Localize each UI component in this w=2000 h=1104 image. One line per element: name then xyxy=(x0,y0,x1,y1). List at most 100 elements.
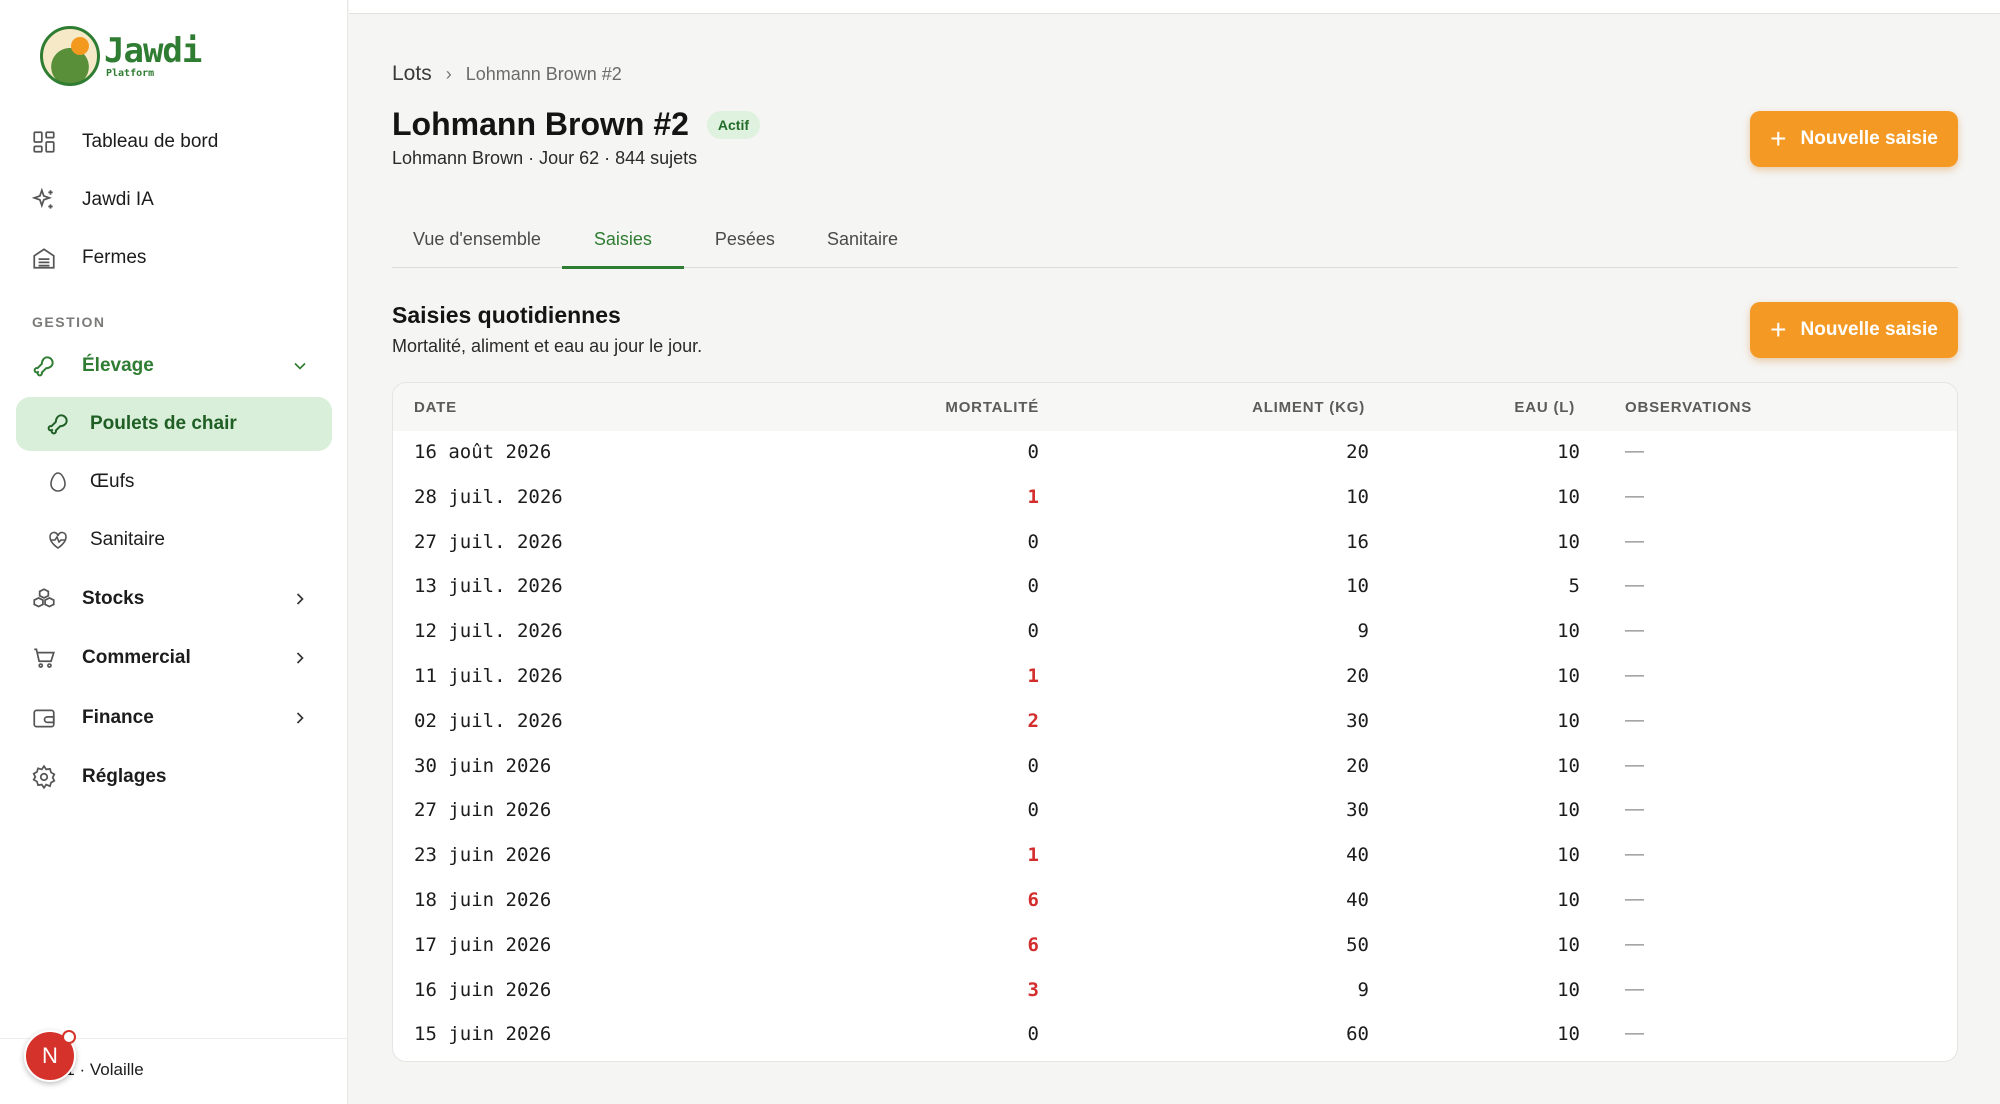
grid-icon xyxy=(30,128,58,156)
cell-mortality: 0 xyxy=(1027,441,1039,463)
cell-date: 17 juin 2026 xyxy=(414,933,552,956)
cell-date: 18 juin 2026 xyxy=(414,889,552,911)
cell-date: 13 juil. 2026 xyxy=(414,575,563,598)
tab-overview[interactable]: Vue d'ensemble xyxy=(392,210,562,268)
avatar-status-dot xyxy=(62,1030,76,1044)
nav-breeding-label: Élevage xyxy=(82,355,154,376)
cell-observations: — xyxy=(1625,441,1644,462)
table-row[interactable]: 30 juin 2026 0 20 10 — xyxy=(393,745,1957,790)
logo-subtitle: Platform xyxy=(106,67,155,79)
column-header-date[interactable]: DATE xyxy=(414,399,457,416)
cell-observations: — xyxy=(1625,889,1644,910)
table-row[interactable]: 23 juin 2026 1 40 10 — xyxy=(393,834,1957,879)
drumstick-icon xyxy=(44,410,72,438)
cell-mortality: 6 xyxy=(1027,889,1039,911)
boxes-icon xyxy=(30,585,58,613)
tab-health[interactable]: Sanitaire xyxy=(806,210,919,268)
nav-ai[interactable]: Jawdi IA xyxy=(16,173,332,227)
cell-mortality: 1 xyxy=(1027,844,1039,867)
chevron-right-icon xyxy=(296,712,304,724)
logo-name: Jawdi xyxy=(104,30,202,71)
entries-table: DATE MORTALITÉ ALIMENT (KG) EAU (L) OBSE… xyxy=(392,382,1958,1062)
status-badge: Actif xyxy=(706,110,761,139)
cell-water: 10 xyxy=(1557,844,1580,867)
chevron-right-icon xyxy=(296,652,304,664)
nav-health-label: Sanitaire xyxy=(90,529,165,550)
tab-entries[interactable]: Saisies xyxy=(561,210,684,269)
table-row[interactable]: 17 juin 2026 6 50 10 — xyxy=(393,924,1957,969)
cell-date: 27 juin 2026 xyxy=(414,799,552,822)
table-row[interactable]: 28 juil. 2026 1 10 10 — xyxy=(393,476,1957,521)
cell-water: 10 xyxy=(1557,933,1580,956)
breadcrumb-root[interactable]: Lots xyxy=(392,62,432,86)
nav-dashboard-label: Tableau de bord xyxy=(82,131,219,152)
wallet-icon xyxy=(30,704,58,732)
cell-date: 15 juin 2026 xyxy=(414,1023,552,1046)
nav-breeding[interactable]: Élevage xyxy=(16,339,332,393)
cell-observations: — xyxy=(1625,978,1644,1000)
cell-water: 10 xyxy=(1557,485,1580,508)
cell-observations: — xyxy=(1625,665,1644,686)
new-entry-button-header[interactable]: + Nouvelle saisie xyxy=(1750,111,1958,167)
cell-feed: 16 xyxy=(1346,530,1369,553)
building-icon xyxy=(30,244,58,272)
table-row[interactable]: 13 juil. 2026 0 10 5 — xyxy=(393,565,1957,610)
chevron-right-icon xyxy=(296,593,304,605)
table-row[interactable]: 12 juil. 2026 0 9 10 — xyxy=(393,610,1957,655)
cell-date: 02 juil. 2026 xyxy=(414,709,563,732)
nav-commercial[interactable]: Commercial xyxy=(16,631,332,685)
column-header-mortality[interactable]: MORTALITÉ xyxy=(945,399,1039,416)
section-label-gestion: GESTION xyxy=(32,314,106,330)
heart-pulse-icon xyxy=(44,526,72,554)
cell-observations: — xyxy=(1625,1023,1644,1045)
tab-weighings[interactable]: Pesées xyxy=(684,210,806,268)
table-row[interactable]: 02 juil. 2026 2 30 10 — xyxy=(393,700,1957,745)
table-row[interactable]: 16 août 2026 0 20 10 — xyxy=(393,431,1957,476)
nav-finance[interactable]: Finance xyxy=(16,691,332,745)
table-row[interactable]: 27 juil. 2026 0 16 10 — xyxy=(393,521,1957,566)
table-row[interactable]: 16 juin 2026 3 9 10 — xyxy=(393,969,1957,1014)
plus-icon: + xyxy=(1770,314,1787,345)
new-entry-label: Nouvelle saisie xyxy=(1800,128,1938,149)
cell-water: 5 xyxy=(1568,575,1580,598)
nav-settings[interactable]: Réglages xyxy=(16,750,332,804)
cell-mortality: 0 xyxy=(1027,530,1039,553)
cell-observations: — xyxy=(1625,530,1644,552)
nav-farms[interactable]: Fermes xyxy=(16,231,332,285)
nav-eggs-label: Œufs xyxy=(90,471,135,492)
cell-feed: 20 xyxy=(1346,665,1369,687)
cell-feed: 10 xyxy=(1346,575,1369,598)
logo[interactable]: Jawdi Platform xyxy=(40,26,202,86)
nav-ai-label: Jawdi IA xyxy=(82,189,154,210)
cell-water: 10 xyxy=(1557,978,1580,1001)
nav-stocks[interactable]: Stocks xyxy=(16,572,332,626)
nav-eggs[interactable]: Œufs xyxy=(16,455,332,509)
cell-mortality: 1 xyxy=(1027,665,1039,687)
column-header-feed[interactable]: ALIMENT (KG) xyxy=(1252,399,1365,416)
table-row[interactable]: 15 juin 2026 0 60 10 — xyxy=(393,1013,1957,1058)
cell-feed: 60 xyxy=(1346,1023,1369,1046)
cell-date: 28 juil. 2026 xyxy=(414,485,563,508)
cell-feed: 20 xyxy=(1346,754,1369,777)
cell-date: 27 juil. 2026 xyxy=(414,530,563,553)
nav-dashboard[interactable]: Tableau de bord xyxy=(16,115,332,169)
cell-observations: — xyxy=(1625,709,1644,731)
cell-feed: 10 xyxy=(1346,485,1369,508)
new-entry-button-section[interactable]: + Nouvelle saisie xyxy=(1750,302,1958,358)
gear-icon xyxy=(30,763,58,791)
nav-broilers-label: Poulets de chair xyxy=(90,413,237,434)
cell-mortality: 6 xyxy=(1027,933,1039,956)
column-header-observations[interactable]: OBSERVATIONS xyxy=(1625,399,1752,416)
table-row[interactable]: 27 juin 2026 0 30 10 — xyxy=(393,789,1957,834)
cell-mortality: 0 xyxy=(1027,575,1039,598)
cell-observations: — xyxy=(1625,754,1644,776)
table-row[interactable]: 11 juil. 2026 1 20 10 — xyxy=(393,655,1957,700)
nav-broilers[interactable]: Poulets de chair xyxy=(16,397,332,451)
column-header-water[interactable]: EAU (L) xyxy=(1514,399,1575,416)
nav-health[interactable]: Sanitaire xyxy=(16,513,332,567)
table-header: DATE MORTALITÉ ALIMENT (KG) EAU (L) OBSE… xyxy=(393,383,1957,431)
egg-icon xyxy=(44,468,72,496)
table-row[interactable]: 18 juin 2026 6 40 10 — xyxy=(393,879,1957,924)
cell-feed: 30 xyxy=(1346,709,1369,732)
cell-water: 10 xyxy=(1557,889,1580,911)
